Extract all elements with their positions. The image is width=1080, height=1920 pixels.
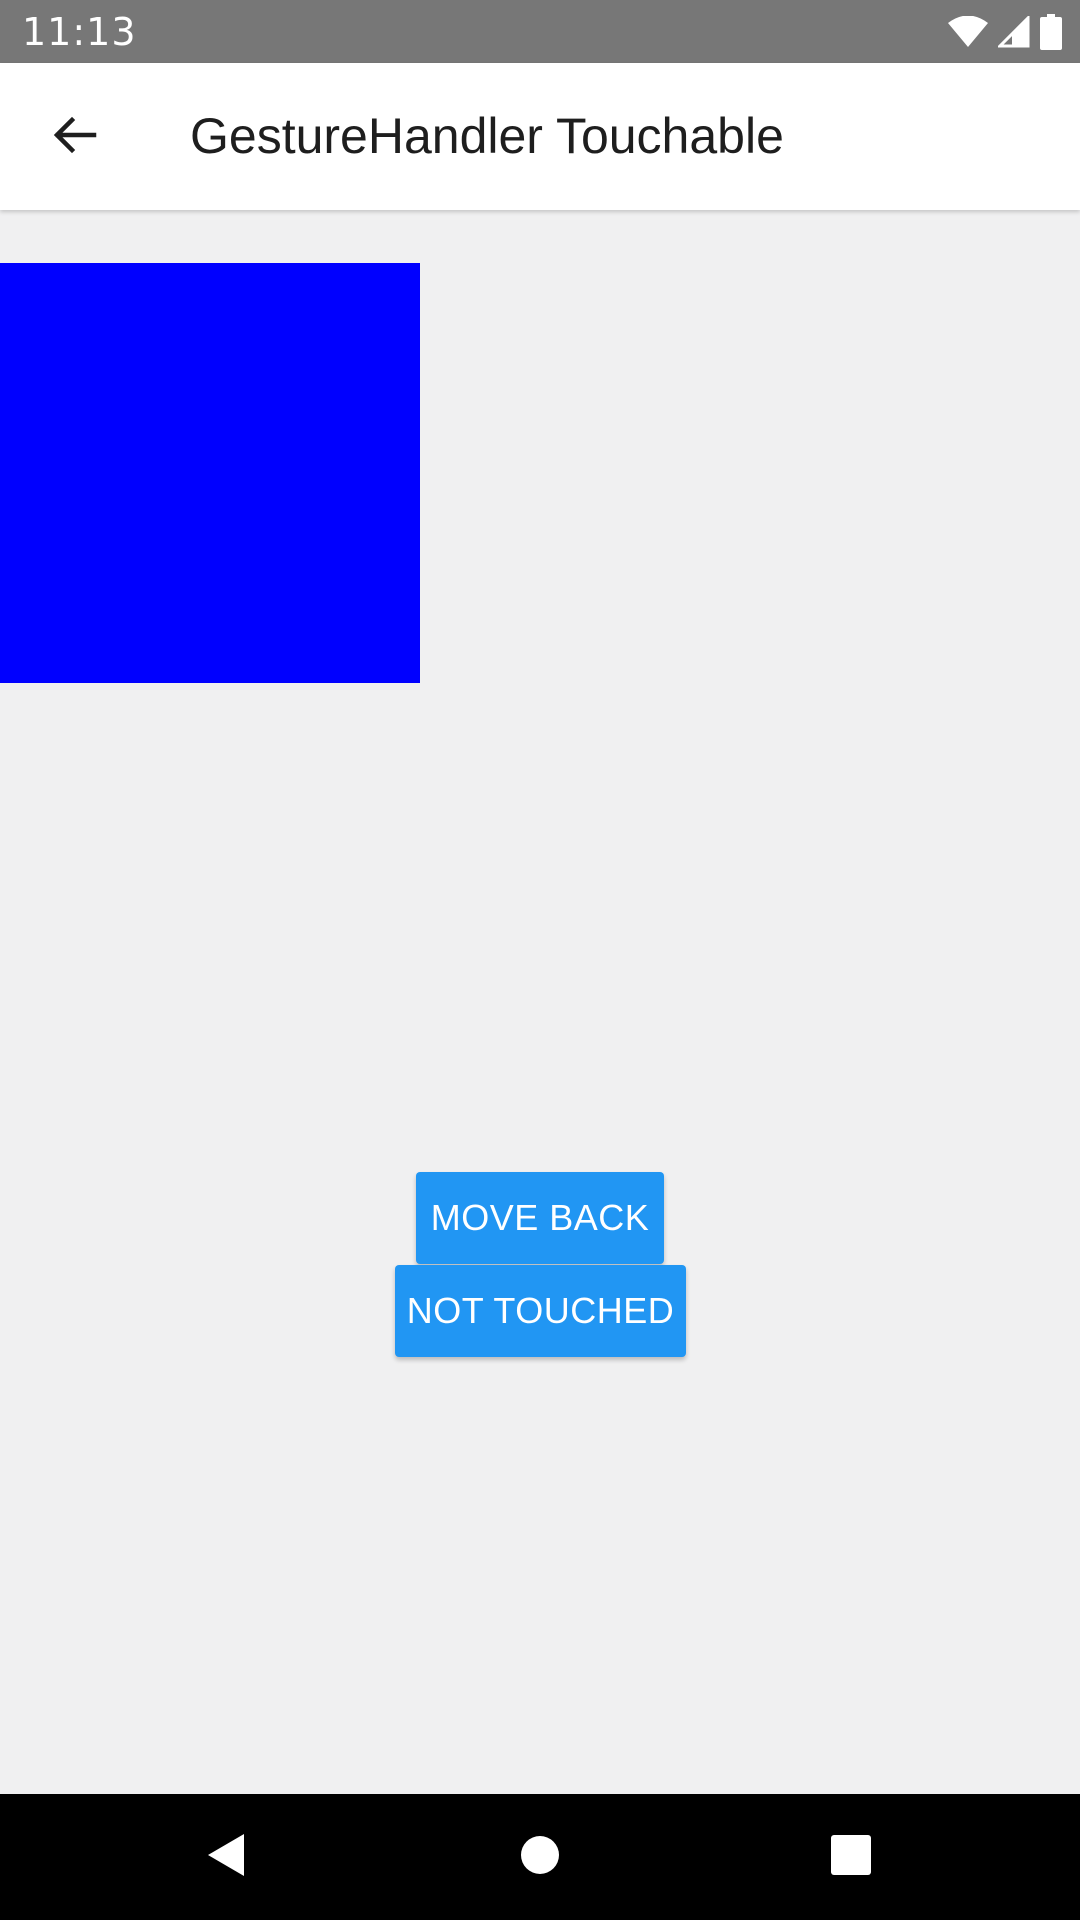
recents-square-icon [831,1834,871,1880]
nav-back-button[interactable] [163,1794,289,1920]
status-icons [948,12,1062,52]
blue-square[interactable] [0,263,420,683]
back-triangle-icon [206,1832,246,1883]
home-circle-icon [520,1835,560,1880]
touch-state-button[interactable]: NOT TOUCHED [395,1265,686,1357]
app-bar: GestureHandler Touchable [0,63,1080,210]
status-time: 11:13 [22,10,137,54]
nav-recents-button[interactable] [788,1794,914,1920]
arrow-back-icon [50,111,98,164]
navigation-bar [0,1794,1080,1920]
move-back-button[interactable]: MOVE BACK [416,1172,664,1264]
wifi-icon [948,16,988,48]
status-bar: 11:13 [0,0,1080,63]
page-title: GestureHandler Touchable [190,108,784,164]
back-button[interactable] [32,95,116,179]
cellular-signal-icon [998,16,1030,48]
battery-icon [1040,14,1062,50]
nav-home-button[interactable] [477,1794,603,1920]
